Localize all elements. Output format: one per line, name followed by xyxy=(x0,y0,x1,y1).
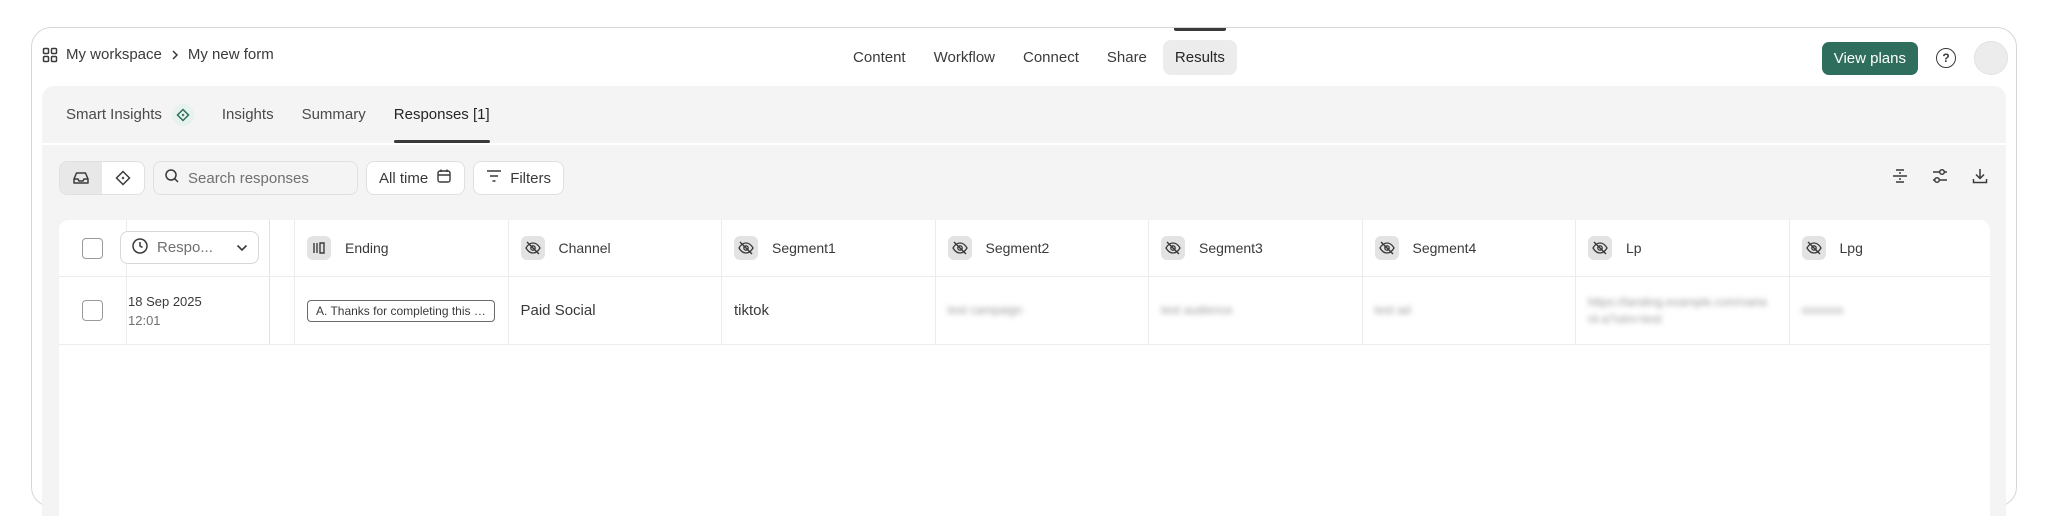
row-segment3-cell: test audience xyxy=(1149,277,1363,344)
row-ending-cell: A. Thanks for completing this form xyxy=(295,277,509,344)
chevron-down-icon xyxy=(236,239,248,256)
search-field[interactable] xyxy=(153,161,358,195)
results-subtabs: Smart Insights Insights Summary Response… xyxy=(66,86,490,143)
nav-content[interactable]: Content xyxy=(841,40,918,75)
row-density-icon[interactable] xyxy=(1891,167,1909,190)
top-bar: My workspace My new form Content Workflo… xyxy=(32,28,2016,86)
segment2-value: test campaign xyxy=(947,303,1023,317)
ai-diamond-icon xyxy=(171,103,194,126)
tab-responses-label: Responses [1] xyxy=(393,106,490,123)
tab-insights-label: Insights xyxy=(221,106,274,123)
segment3-value: test audience xyxy=(1161,303,1233,317)
search-icon xyxy=(164,168,180,189)
tabs-divider xyxy=(42,143,2006,145)
results-panel: Smart Insights Insights Summary Response… xyxy=(42,86,2006,516)
row-channel-cell: Paid Social xyxy=(509,277,722,344)
sort-column-label: Respo... xyxy=(157,239,213,256)
table-header-row: Respo... Ending Channel Segment1 Segment… xyxy=(59,220,1990,277)
column-header-segment1[interactable]: Segment1 xyxy=(722,220,936,276)
column-label: Segment3 xyxy=(1199,240,1263,256)
calendar-icon xyxy=(436,168,452,188)
table-tools xyxy=(1891,161,1989,195)
main-nav: Content Workflow Connect Share Results xyxy=(32,28,2016,75)
tab-insights[interactable]: Insights xyxy=(222,86,274,143)
column-header-lpg[interactable]: Lpg xyxy=(1790,220,1991,276)
column-gap xyxy=(270,277,295,344)
ending-tag: A. Thanks for completing this form xyxy=(307,299,495,322)
column-header-lp[interactable]: Lp xyxy=(1576,220,1790,276)
column-header-segment3[interactable]: Segment3 xyxy=(1149,220,1363,276)
filter-icon xyxy=(486,169,502,187)
tab-smart-insights-label: Smart Insights xyxy=(66,106,162,123)
response-time: 12:01 xyxy=(128,312,161,328)
column-header-ending[interactable]: Ending xyxy=(295,220,509,276)
column-header-segment2[interactable]: Segment2 xyxy=(936,220,1149,276)
nav-connect[interactable]: Connect xyxy=(1011,40,1091,75)
responses-table: Respo... Ending Channel Segment1 Segment… xyxy=(59,220,1990,516)
nav-results[interactable]: Results xyxy=(1162,28,1237,75)
column-gap xyxy=(270,220,295,276)
view-plans-button[interactable]: View plans xyxy=(1821,41,1918,75)
ai-view-icon[interactable] xyxy=(102,162,144,194)
sort-column-dropdown[interactable]: Respo... xyxy=(120,231,259,264)
hidden-eye-icon[interactable] xyxy=(1374,236,1399,260)
column-label: Lp xyxy=(1626,240,1642,256)
time-filter-label: All time xyxy=(379,169,429,187)
column-label: Lpg xyxy=(1839,240,1863,256)
clock-icon xyxy=(131,237,149,259)
avatar[interactable] xyxy=(1974,41,2008,75)
hidden-eye-icon[interactable] xyxy=(1801,236,1826,260)
view-toggle xyxy=(59,161,145,195)
settings-sliders-icon[interactable] xyxy=(1931,167,1949,190)
hidden-eye-icon[interactable] xyxy=(520,236,545,260)
nav-workflow[interactable]: Workflow xyxy=(922,40,1007,75)
hidden-eye-icon[interactable] xyxy=(1588,236,1612,260)
hidden-eye-icon[interactable] xyxy=(734,236,758,260)
filters-label: Filters xyxy=(510,169,552,187)
time-filter-button[interactable]: All time xyxy=(366,161,466,195)
segment1-value: tiktok xyxy=(734,302,770,319)
row-date-cell: 18 Sep 2025 12:01 xyxy=(127,277,270,344)
download-icon[interactable] xyxy=(1971,167,1989,190)
date-header-cell: Respo... xyxy=(120,220,270,276)
row-segment4-cell: test ad xyxy=(1363,277,1576,344)
nav-share[interactable]: Share xyxy=(1095,40,1159,75)
app-window: My workspace My new form Content Workflo… xyxy=(31,27,2017,516)
tab-smart-insights[interactable]: Smart Insights xyxy=(66,86,194,143)
row-checkbox[interactable] xyxy=(82,300,103,321)
channel-value: Paid Social xyxy=(520,302,596,319)
response-date: 18 Sep 2025 xyxy=(128,293,202,309)
help-icon[interactable]: ? xyxy=(1936,48,1956,68)
row-lp-cell: https://landing.example.com/variant-a?ut… xyxy=(1576,277,1790,344)
column-label: Segment1 xyxy=(772,240,836,256)
tab-summary-label: Summary xyxy=(301,106,366,123)
column-header-channel[interactable]: Channel xyxy=(509,220,722,276)
tab-summary[interactable]: Summary xyxy=(302,86,366,143)
hidden-eye-icon[interactable] xyxy=(947,236,972,260)
segment4-value: test ad xyxy=(1374,303,1411,317)
search-input[interactable] xyxy=(188,169,338,187)
row-segment1-cell: tiktok xyxy=(722,277,936,344)
ending-icon xyxy=(307,236,331,260)
lp-value: https://landing.example.com/variant-a?ut… xyxy=(1588,294,1767,326)
column-label: Segment2 xyxy=(985,240,1050,256)
lpg-value: xxxxxxx xyxy=(1801,303,1844,317)
select-all-cell xyxy=(59,220,127,276)
row-segment2-cell: test campaign xyxy=(936,277,1149,344)
hidden-eye-icon[interactable] xyxy=(1161,236,1185,260)
column-label: Segment4 xyxy=(1412,240,1477,256)
select-all-checkbox[interactable] xyxy=(82,237,103,259)
column-label: Channel xyxy=(558,240,611,256)
table-row[interactable]: 18 Sep 2025 12:01 A. Thanks for completi… xyxy=(59,277,1990,345)
filters-button[interactable]: Filters xyxy=(473,161,565,195)
header-actions: View plans ? xyxy=(1821,41,2008,75)
column-label: Ending xyxy=(345,240,389,256)
inbox-icon[interactable] xyxy=(60,162,102,194)
responses-toolbar: All time Filters xyxy=(59,161,1989,195)
tab-responses[interactable]: Responses [1] xyxy=(393,86,490,143)
column-header-segment4[interactable]: Segment4 xyxy=(1363,220,1576,276)
row-lpg-cell: xxxxxxx xyxy=(1790,277,1991,344)
row-select-cell xyxy=(59,277,127,344)
